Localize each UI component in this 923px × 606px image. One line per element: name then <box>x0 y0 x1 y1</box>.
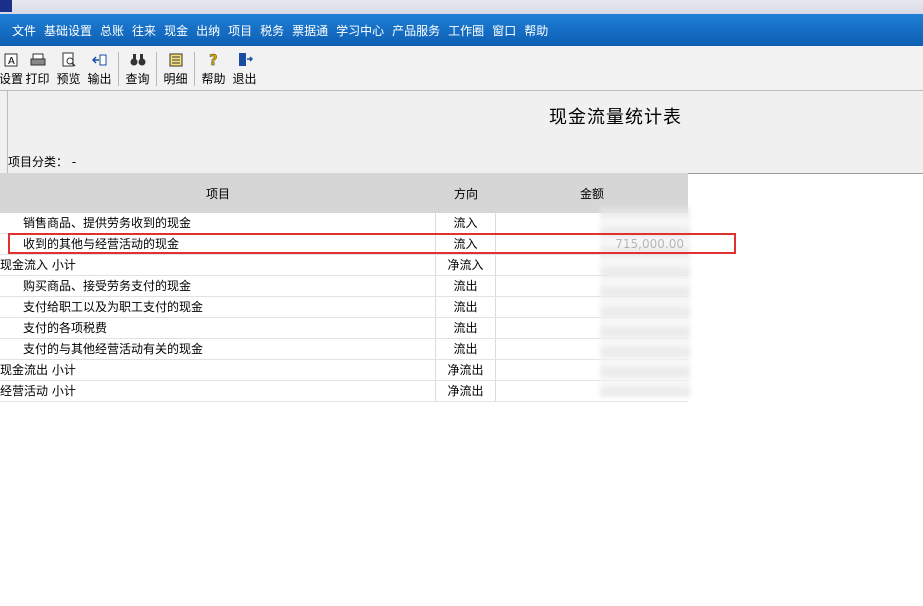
menu-accounts[interactable]: 往来 <box>128 22 160 39</box>
exit-label: 退出 <box>232 72 257 86</box>
menu-tax[interactable]: 税务 <box>256 22 288 39</box>
print-label: 打印 <box>25 72 50 86</box>
svg-text:A: A <box>8 56 15 67</box>
export-button[interactable]: 输出 <box>84 46 115 87</box>
row-item: 购买商品、接受劳务支付的现金 <box>0 276 436 296</box>
table-row[interactable]: 现金流出 小计 净流出 <box>0 360 688 381</box>
row-direction: 净流出 <box>436 381 496 401</box>
row-direction: 流出 <box>436 276 496 296</box>
table-row[interactable]: 支付的与其他经营活动有关的现金 流出 <box>0 339 688 360</box>
row-direction: 净流入 <box>436 255 496 275</box>
print-icon <box>30 52 46 68</box>
menu-product-service[interactable]: 产品服务 <box>388 22 444 39</box>
export-label: 输出 <box>87 72 112 86</box>
report-header-panel: 现金流量统计表 项目分类： - <box>0 90 923 174</box>
row-direction: 流出 <box>436 318 496 338</box>
window-titlebar <box>0 0 923 14</box>
menu-file[interactable]: 文件 <box>8 22 40 39</box>
menu-invoice[interactable]: 票据通 <box>288 22 332 39</box>
preview-button[interactable]: 预览 <box>53 46 84 87</box>
cashflow-table: 项目 方向 金额 销售商品、提供劳务收到的现金 流入 收到的其他与经营活动的现金… <box>0 173 688 402</box>
menu-cashier[interactable]: 出纳 <box>192 22 224 39</box>
row-direction: 净流出 <box>436 360 496 380</box>
row-item: 经营活动 小计 <box>0 381 436 401</box>
svg-text:?: ? <box>209 52 218 68</box>
app-icon <box>0 0 12 12</box>
table-row[interactable]: 支付的各项税费 流出 <box>0 318 688 339</box>
table-row[interactable]: 销售商品、提供劳务收到的现金 流入 <box>0 213 688 234</box>
menu-project[interactable]: 项目 <box>224 22 256 39</box>
row-item: 支付的与其他经营活动有关的现金 <box>0 339 436 359</box>
toolbar: A 设置 打印 预览 输出 查询 明细 ? 帮助 退出 <box>0 46 923 91</box>
table-row[interactable]: 支付给职工以及为职工支付的现金 流出 <box>0 297 688 318</box>
preview-label: 预览 <box>56 72 81 86</box>
settings-icon: A <box>4 52 18 68</box>
export-icon <box>91 52 108 68</box>
help-label: 帮助 <box>201 72 226 86</box>
exit-icon <box>237 52 253 68</box>
row-item: 现金流出 小计 <box>0 360 436 380</box>
row-item: 支付给职工以及为职工支付的现金 <box>0 297 436 317</box>
binoculars-icon <box>130 52 146 68</box>
query-label: 查询 <box>125 72 150 86</box>
exit-button[interactable]: 退出 <box>229 46 260 87</box>
row-direction: 流入 <box>436 213 496 233</box>
menu-window[interactable]: 窗口 <box>488 22 520 39</box>
detail-button[interactable]: 明细 <box>160 46 191 87</box>
report-title: 现金流量统计表 <box>549 107 682 128</box>
menu-bar: 文件 基础设置 总账 往来 现金 出纳 项目 税务 票据通 学习中心 产品服务 … <box>0 14 923 46</box>
column-header-item[interactable]: 项目 <box>0 173 436 213</box>
preview-icon <box>61 52 77 68</box>
toolbar-separator <box>118 52 119 86</box>
column-header-direction[interactable]: 方向 <box>436 173 496 213</box>
help-icon: ? <box>208 52 220 68</box>
menu-learning-center[interactable]: 学习中心 <box>332 22 388 39</box>
query-button[interactable]: 查询 <box>122 46 153 87</box>
toolbar-separator <box>194 52 195 86</box>
table-header: 项目 方向 金额 <box>0 173 688 213</box>
menu-general-ledger[interactable]: 总账 <box>96 22 128 39</box>
row-item: 销售商品、提供劳务收到的现金 <box>0 213 436 233</box>
row-item: 支付的各项税费 <box>0 318 436 338</box>
project-category: 项目分类： - <box>8 155 77 169</box>
help-button[interactable]: ? 帮助 <box>198 46 229 87</box>
menu-cash[interactable]: 现金 <box>160 22 192 39</box>
row-direction: 流出 <box>436 297 496 317</box>
highlight-box <box>8 233 736 254</box>
table-row[interactable]: 经营活动 小计 净流出 <box>0 381 688 402</box>
table-row[interactable]: 购买商品、接受劳务支付的现金 流出 <box>0 276 688 297</box>
row-item: 现金流入 小计 <box>0 255 436 275</box>
menu-basic-settings[interactable]: 基础设置 <box>40 22 96 39</box>
detail-label: 明细 <box>163 72 188 86</box>
detail-icon <box>169 52 183 68</box>
settings-label: 设置 <box>0 72 24 86</box>
table-row[interactable]: 现金流入 小计 净流入 <box>0 255 688 276</box>
row-direction: 流出 <box>436 339 496 359</box>
menu-help[interactable]: 帮助 <box>520 22 552 39</box>
print-button[interactable]: 打印 <box>22 46 53 87</box>
menu-workcircle[interactable]: 工作圈 <box>444 22 488 39</box>
toolbar-separator <box>156 52 157 86</box>
settings-button[interactable]: A 设置 <box>0 46 24 87</box>
